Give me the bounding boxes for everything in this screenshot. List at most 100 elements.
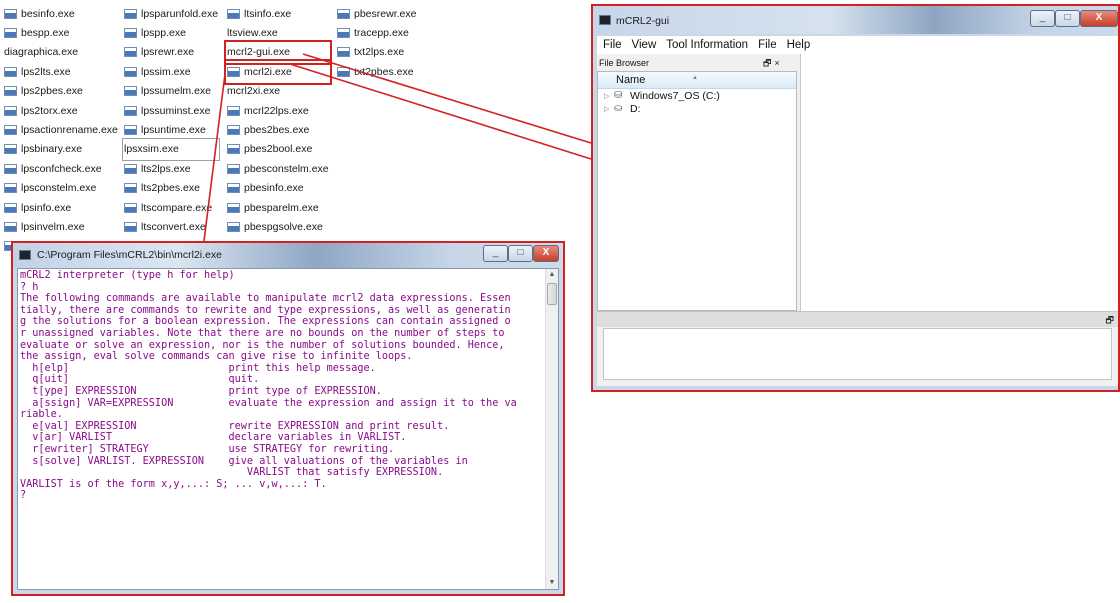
file-item[interactable]: lpssim.exe — [124, 62, 218, 81]
minimize-button[interactable]: _ — [483, 245, 508, 262]
exe-file-icon — [4, 28, 17, 39]
gui-close-button[interactable]: X — [1080, 10, 1118, 27]
gui-menubar: File View Tool Information File Help — [597, 36, 1118, 54]
file-item[interactable]: bespp.exe — [4, 23, 118, 42]
file-item[interactable]: lts2pbes.exe — [124, 179, 218, 198]
file-item[interactable]: pbesinfo.exe — [227, 179, 329, 198]
file-item[interactable]: ltsconvert.exe — [124, 217, 218, 236]
file-item[interactable]: ≈∞lpsxsim.exe — [121, 8, 726, 162]
file-name: bespp.exe — [21, 27, 70, 40]
file-item[interactable]: lpsparunfold.exe — [124, 4, 218, 23]
exe-file-icon — [124, 66, 137, 77]
file-listing: besinfo.exebespp.exe≈∞diagraphica.exelps… — [0, 0, 829, 252]
file-item[interactable]: lpsbinary.exe — [4, 140, 118, 159]
file-name: tracepp.exe — [354, 27, 409, 40]
file-item[interactable]: ltscompare.exe — [124, 198, 218, 217]
gui-titlebar[interactable]: mCRL2-gui _ □ X — [593, 6, 1118, 34]
dock-close-icon[interactable]: × — [774, 58, 782, 68]
close-button[interactable]: X — [533, 245, 559, 262]
file-browser-tree[interactable]: Name ▲ ▷ ⛁ Windows7_OS (C:) ▷ ⛀ D: — [597, 71, 797, 311]
file-item[interactable]: 〜mcrl2-gui.exe — [224, 8, 827, 66]
tool-pane[interactable] — [800, 54, 1118, 311]
file-item[interactable]: ltsinfo.exe — [227, 4, 329, 23]
file-name: lpsinfo.exe — [21, 201, 72, 214]
scroll-thumb[interactable] — [547, 283, 557, 305]
name-column-header[interactable]: Name ▲ — [598, 72, 796, 89]
exe-file-icon — [4, 163, 17, 174]
mcrl2-gui-window[interactable]: mCRL2-gui _ □ X File View Tool Information… — [591, 4, 1120, 392]
file-item[interactable]: lpsconstelm.exe — [4, 179, 118, 198]
output-pane[interactable] — [603, 328, 1112, 380]
file-name: lts2pbes.exe — [141, 182, 200, 195]
expand-arrow-icon[interactable]: ▷ — [604, 92, 614, 100]
gui-minimize-button[interactable]: _ — [1030, 10, 1055, 27]
menu-item-file[interactable]: File — [603, 39, 622, 51]
tree-node-drive-d[interactable]: ▷ ⛀ D: — [598, 102, 796, 115]
scroll-up-arrow-icon[interactable]: ▲ — [546, 269, 558, 281]
gui-maximize-button[interactable]: □ — [1055, 10, 1080, 27]
file-item[interactable]: lps2torx.exe — [4, 101, 118, 120]
file-item[interactable]: lpsinvelm.exe — [4, 217, 118, 236]
console-scrollbar[interactable]: ▲ ▼ — [545, 269, 558, 589]
file-name: mcrl2-gui.exe — [227, 46, 291, 59]
file-item[interactable]: lpssuminst.exe — [124, 101, 218, 120]
file-item[interactable]: pbes2bool.exe — [227, 140, 329, 159]
file-name: lpssuminst.exe — [141, 104, 211, 117]
file-item[interactable]: pbes2bes.exe — [227, 120, 329, 139]
file-item[interactable]: besinfo.exe — [4, 4, 118, 23]
file-item[interactable]: ≈∞diagraphica.exe — [4, 8, 606, 62]
menu-item-tool-information[interactable]: Tool Information — [666, 39, 748, 51]
file-name: lpsconfcheck.exe — [21, 162, 102, 175]
file-item[interactable]: lps2lts.exe — [4, 62, 118, 81]
terminal-titlebar[interactable]: C:\Program Files\mCRL2\bin\mcrl2i.exe _ … — [13, 243, 563, 268]
terminal-window[interactable]: C:\Program Files\mCRL2\bin\mcrl2i.exe _ … — [11, 241, 565, 596]
file-item[interactable]: lpsconfcheck.exe — [4, 159, 118, 178]
file-item[interactable]: lpsrewr.exe — [124, 43, 218, 62]
console-area[interactable]: mCRL2 interpreter (type h for help) ? h … — [17, 268, 559, 590]
file-item[interactable]: pbespgsolve.exe — [227, 217, 329, 236]
file-item[interactable]: pbesrewr.exe — [337, 4, 416, 23]
dock-buttons: 🗗× — [763, 56, 783, 72]
file-item[interactable]: lpsactionrename.exe — [4, 120, 118, 139]
exe-file-icon — [4, 105, 17, 116]
dock-float-icon[interactable]: 🗗 — [763, 58, 774, 68]
hard-drive-icon: ⛁ — [614, 90, 623, 101]
file-item[interactable]: pbesconstelm.exe — [227, 159, 329, 178]
file-name: lpssumelm.exe — [141, 85, 212, 98]
tree-node-drive-c[interactable]: ▷ ⛁ Windows7_OS (C:) — [598, 89, 796, 102]
expand-arrow-icon[interactable]: ▷ — [604, 105, 614, 113]
exe-file-icon — [227, 221, 240, 232]
file-item[interactable]: ≈∞ltsview.exe — [227, 8, 829, 42]
scroll-down-arrow-icon[interactable]: ▼ — [546, 577, 558, 589]
file-item[interactable]: lpsuntime.exe — [124, 120, 218, 139]
exe-file-icon — [124, 221, 137, 232]
exe-file-icon — [124, 105, 137, 116]
menu-item-file[interactable]: File — [758, 39, 777, 51]
file-item[interactable]: lpssumelm.exe — [124, 82, 218, 101]
file-item[interactable]: lpsinfo.exe — [4, 198, 118, 217]
file-item[interactable]: pbesparelm.exe — [227, 198, 329, 217]
output-dock-float-icon[interactable]: 🗗 — [1106, 313, 1114, 329]
file-item[interactable]: tracepp.exe — [337, 23, 416, 42]
exe-file-icon — [124, 86, 137, 97]
file-name: mcrl22lps.exe — [244, 104, 309, 117]
file-item[interactable]: ≈∞mcrl2xi.exe — [227, 8, 829, 101]
console-output: mCRL2 interpreter (type h for help) ? h … — [20, 270, 517, 502]
file-item[interactable]: lpspp.exe — [124, 23, 218, 42]
exe-file-icon — [337, 47, 350, 58]
file-item[interactable]: mcrl2i.exe — [224, 59, 332, 85]
exe-file-icon — [4, 221, 17, 232]
menu-item-view[interactable]: View — [632, 39, 657, 51]
file-item[interactable]: mcrl22lps.exe — [227, 101, 329, 120]
exe-file-icon — [227, 8, 240, 19]
file-item[interactable]: txt2pbes.exe — [337, 62, 416, 81]
maximize-button[interactable]: □ — [508, 245, 533, 262]
file-column-4: pbesrewr.exe tracepp.exe txt2lps.exe txt2pb… — [337, 4, 416, 82]
file-name: lts2lps.exe — [141, 162, 191, 175]
file-item[interactable]: lts2lps.exe — [124, 159, 218, 178]
file-item[interactable]: txt2lps.exe — [337, 43, 416, 62]
file-item[interactable]: lps2pbes.exe — [4, 82, 118, 101]
file-column-1: besinfo.exebespp.exe≈∞diagraphica.exelps… — [4, 4, 606, 256]
file-name: lpsconstelm.exe — [21, 182, 97, 195]
menu-item-help[interactable]: Help — [787, 39, 811, 51]
